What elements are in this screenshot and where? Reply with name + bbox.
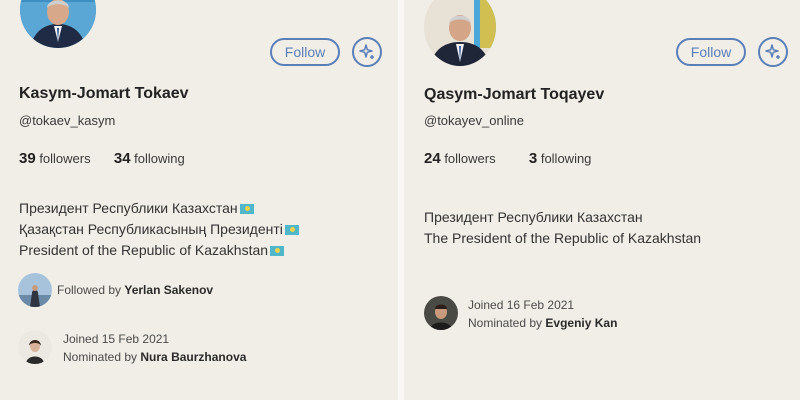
bio-line: Қазақстан Республикасының Президенті <box>19 219 299 240</box>
follower-avatar[interactable] <box>18 273 52 307</box>
following-label: following <box>134 151 185 166</box>
bio-line: Президент Республики Казахстан <box>424 209 643 225</box>
nominated-by: Nominated by Nura Baurzhanova <box>63 350 247 364</box>
following-link[interactable]: 3 following <box>528 150 592 167</box>
profile-bio: Президент Республики Казахстан The Presi… <box>424 207 701 249</box>
nominator-avatar[interactable] <box>424 296 458 330</box>
kazakhstan-flag-icon <box>270 246 285 256</box>
following-link[interactable]: 34 following <box>113 150 185 167</box>
followed-by-name[interactable]: Yerlan Sakenov <box>124 283 213 297</box>
profile-handle: @tokaev_kasym <box>19 113 116 128</box>
following-count: 34 <box>113 150 131 167</box>
following-label: following <box>540 151 592 166</box>
followers-label: followers <box>444 151 496 166</box>
join-info: Joined 15 Feb 2021 Nominated by Nura Bau… <box>63 330 246 366</box>
profile-avatar[interactable] <box>424 0 496 66</box>
followers-link[interactable]: 39 followers <box>19 150 91 167</box>
profile-card-left: Follow Kasym-Jomart Tokaev @tokaev_kasym… <box>0 0 398 400</box>
follow-stats: 39 followers 34 following <box>19 150 185 167</box>
followers-label: followers <box>39 151 91 166</box>
follow-stats: 24 followers 3 following <box>424 150 591 167</box>
nominated-by-name[interactable]: Nura Baurzhanova <box>140 350 246 364</box>
followers-count: 24 <box>424 150 441 167</box>
profile-handle: @tokayev_online <box>424 113 524 128</box>
follow-button[interactable]: Follow <box>270 38 340 66</box>
bio-line: President of the Republic of Kazakhstan <box>19 240 299 261</box>
following-count: 3 <box>528 150 538 167</box>
join-info: Joined 16 Feb 2021 Nominated by Evgeniy … <box>468 296 617 332</box>
nominator-avatar[interactable] <box>18 330 52 364</box>
follow-button[interactable]: Follow <box>676 38 746 66</box>
profile-card-right: Follow Qasym-Jomart Toqayev @tokayev_onl… <box>404 0 800 400</box>
bio-line: The President of the Republic of Kazakhs… <box>424 230 702 246</box>
bio-line: Президент Республики Казахстан <box>19 198 299 219</box>
nominated-by-name[interactable]: Evgeniy Kan <box>545 316 617 330</box>
profile-bio: Президент Республики Казахстан Қазақстан… <box>19 198 299 261</box>
profile-name: Qasym-Jomart Toqayev <box>424 86 605 103</box>
joined-date: Joined 16 Feb 2021 <box>468 298 575 312</box>
followers-count: 39 <box>19 150 36 167</box>
sparkle-plus-icon[interactable] <box>352 37 382 67</box>
sparkle-plus-icon[interactable] <box>758 37 788 67</box>
profile-avatar[interactable] <box>20 0 96 48</box>
profile-name: Kasym-Jomart Tokaev <box>19 85 189 102</box>
joined-date: Joined 15 Feb 2021 <box>63 332 170 346</box>
nominated-by: Nominated by Evgeniy Kan <box>468 316 618 330</box>
kazakhstan-flag-icon <box>239 204 254 214</box>
kazakhstan-flag-icon <box>284 225 299 235</box>
followed-by: Followed by Yerlan Sakenov <box>57 283 214 297</box>
followers-link[interactable]: 24 followers <box>424 150 496 167</box>
